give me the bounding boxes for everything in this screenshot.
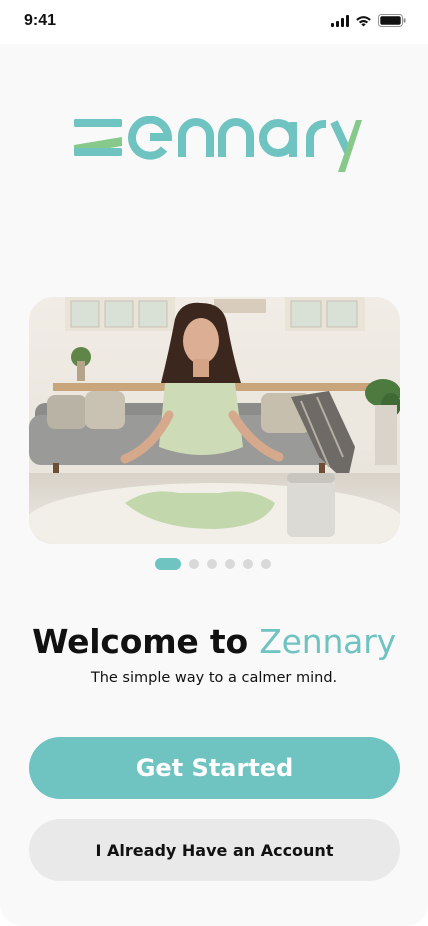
pager-dot[interactable] (243, 559, 253, 569)
pager-dot[interactable] (261, 559, 271, 569)
welcome-heading: Welcome to Zennary (0, 622, 428, 661)
status-icons (331, 14, 406, 27)
wifi-icon (356, 15, 371, 26)
status-bar: 9:41 (0, 0, 428, 44)
onboarding-pager (155, 558, 271, 570)
hero-image (29, 297, 400, 544)
welcome-prefix: Welcome to (32, 622, 260, 661)
pager-dot-active[interactable] (155, 558, 181, 570)
existing-account-button[interactable]: I Already Have an Account (29, 819, 400, 881)
pager-dot[interactable] (225, 559, 235, 569)
meditation-illustration (29, 297, 400, 544)
pager-dot[interactable] (189, 559, 199, 569)
welcome-subtitle: The simple way to a calmer mind. (90, 670, 338, 686)
pager-dot[interactable] (207, 559, 217, 569)
cellular-signal-icon (331, 14, 349, 27)
app-screen: 9:41 Welcome to Zennary The simple way t… (0, 0, 428, 926)
zennary-logo (74, 116, 362, 172)
get-started-button[interactable]: Get Started (29, 737, 400, 799)
status-time: 9:41 (24, 12, 57, 29)
battery-icon (378, 14, 406, 27)
welcome-brand: Zennary (259, 622, 396, 661)
